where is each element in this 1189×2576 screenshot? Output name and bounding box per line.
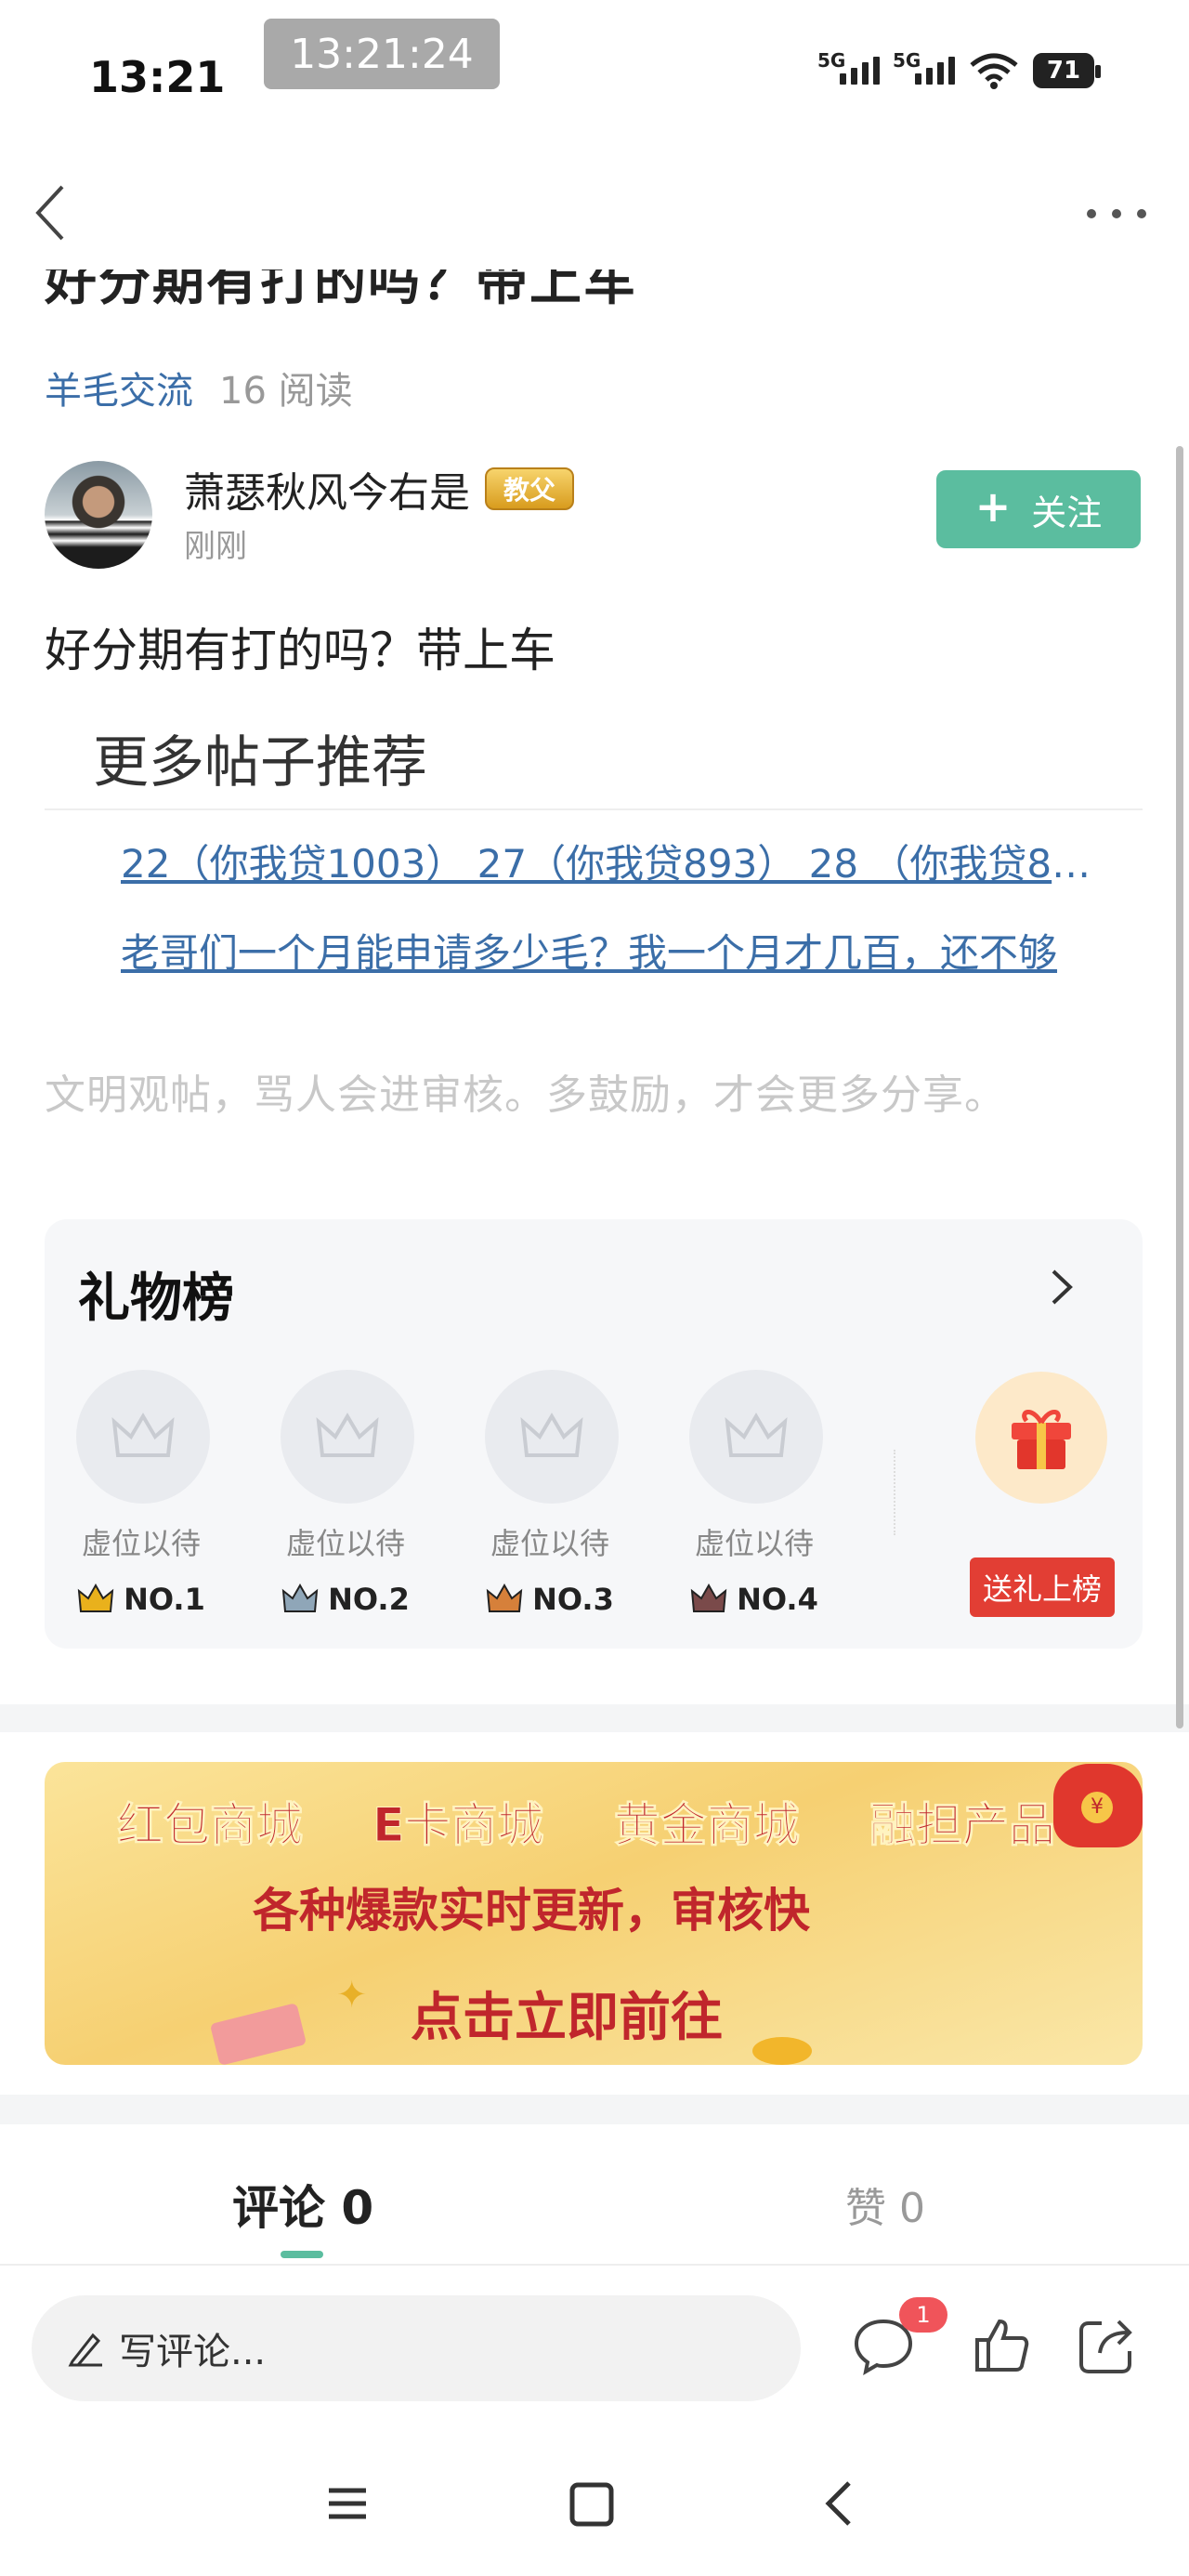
post-time: 刚刚 — [184, 528, 247, 565]
gift-slot: 虚位以待 NO.2 — [281, 1370, 414, 1617]
crown-icon — [77, 1584, 114, 1612]
slot-label: 虚位以待 — [490, 1526, 609, 1561]
read-count: 16 阅读 — [219, 370, 353, 413]
divider — [894, 1450, 895, 1535]
battery-icon: 71 — [1033, 53, 1101, 88]
empty-slot-circle — [689, 1370, 823, 1504]
recommend-link[interactable]: 22（你我贷1003） 27（你我贷893） 28 （你我贷836） — [121, 833, 1102, 889]
comment-placeholder: 写评论... — [119, 2331, 267, 2373]
crown-outline-icon — [725, 1413, 788, 1457]
share-button[interactable] — [1074, 2312, 1139, 2377]
crown-outline-icon — [520, 1413, 583, 1457]
banner-item: 红包商城 — [117, 1798, 304, 1853]
send-gift-icon-button[interactable] — [975, 1372, 1107, 1504]
plus-icon: + — [974, 481, 1012, 532]
follow-button[interactable]: + 关注 — [936, 470, 1141, 548]
cellular-signal-icon-2: 5G — [893, 49, 955, 85]
pencil-icon — [68, 2333, 102, 2367]
tab-likes[interactable]: 赞 0 — [845, 2175, 925, 2234]
post-content: 好分期有打的吗？带上车 — [45, 624, 555, 677]
banner-cta: 点击立即前往 — [411, 1988, 723, 2048]
home-button[interactable] — [568, 2477, 615, 2530]
status-bar: 13:21 13:21:24 5G 5G 71 — [0, 0, 1189, 158]
slot-label: 虚位以待 — [694, 1526, 814, 1561]
banner-categories: 红包商城 E卡商城 黄金商城 融担产品 — [117, 1788, 1056, 1855]
top-nav — [0, 158, 1189, 269]
post-title-scrolled: 好分期有打的吗？带上车 — [45, 269, 1141, 307]
status-time: 13:21 — [89, 52, 226, 102]
author-row: 萧瑟秋风今右是 教父 — [184, 459, 575, 519]
dot-icon — [1112, 209, 1121, 218]
rank-label: NO.4 — [737, 1582, 818, 1617]
banner-item: 融担产品 — [869, 1798, 1056, 1853]
slot-label: 虚位以待 — [81, 1526, 201, 1561]
comment-input[interactable]: 写评论... — [32, 2295, 801, 2401]
dot-icon — [1137, 209, 1146, 218]
like-button[interactable] — [970, 2312, 1035, 2377]
crown-icon — [486, 1584, 523, 1612]
active-tab-indicator — [281, 2251, 323, 2258]
notification-badge: 1 — [899, 2297, 947, 2333]
section-gap — [0, 2095, 1189, 2124]
mascot-icon — [1053, 1764, 1143, 1847]
menu-icon — [329, 2488, 366, 2519]
chevron-left-icon — [35, 185, 64, 241]
category-link[interactable]: 羊毛交流 — [45, 361, 193, 414]
network-type-label: 5G — [817, 49, 846, 72]
crown-icon — [690, 1584, 727, 1612]
back-button[interactable] — [26, 180, 72, 245]
share-icon — [1079, 2320, 1132, 2373]
cellular-signal-icon: 5G — [817, 49, 880, 85]
empty-slot-circle — [485, 1370, 619, 1504]
coin-icon — [752, 2037, 812, 2065]
banner-item: E卡商城 — [372, 1798, 544, 1853]
banner-item: 黄金商城 — [613, 1798, 800, 1853]
gift-board-more-button[interactable] — [1042, 1264, 1079, 1310]
post-meta: 羊毛交流 16 阅读 — [45, 361, 353, 414]
gift-board-title: 礼物榜 — [78, 1268, 234, 1329]
empty-slot-circle — [281, 1370, 414, 1504]
crown-outline-icon — [111, 1413, 175, 1457]
thumbs-up-icon — [975, 2319, 1029, 2372]
recommend-title: 更多帖子推荐 — [93, 730, 427, 795]
author-name[interactable]: 萧瑟秋风今右是 — [184, 459, 470, 519]
author-badge: 教父 — [485, 467, 575, 510]
slot-label: 虚位以待 — [285, 1526, 405, 1561]
rank-label: NO.3 — [532, 1582, 614, 1617]
empty-slot-circle — [76, 1370, 210, 1504]
crown-icon — [281, 1584, 319, 1612]
post-title-text: 好分期有打的吗？带上车 — [45, 269, 637, 307]
divider — [45, 808, 1143, 810]
crown-outline-icon — [316, 1413, 379, 1457]
chevron-right-icon — [1052, 1269, 1073, 1305]
sparkle-icon: ✦ — [336, 1974, 368, 2017]
avatar[interactable] — [45, 461, 152, 569]
gift-slot: 虚位以待 NO.1 — [76, 1370, 210, 1617]
rank-label: NO.1 — [124, 1582, 205, 1617]
clock-overlay: 13:21:24 — [264, 19, 500, 89]
gift-slot: 虚位以待 NO.4 — [689, 1370, 823, 1617]
gift-slot: 虚位以待 NO.3 — [485, 1370, 619, 1617]
tab-comments[interactable]: 评论 0 — [232, 2171, 373, 2238]
comment-notice: 文明观帖，骂人会进审核。多鼓励，才会更多分享。 — [45, 1071, 1006, 1119]
scrollbar[interactable] — [1176, 446, 1183, 1728]
chevron-left-icon — [825, 2481, 851, 2526]
rank-label: NO.2 — [328, 1582, 410, 1617]
network-type-label-2: 5G — [893, 49, 921, 72]
gift-icon — [1012, 1410, 1071, 1469]
more-options-button[interactable] — [1087, 195, 1146, 232]
recent-apps-button[interactable] — [325, 2477, 370, 2530]
section-gap — [0, 1704, 1189, 1732]
wifi-icon — [970, 53, 1018, 89]
send-gift-button[interactable]: 送礼上榜 — [970, 1557, 1115, 1617]
dot-icon — [1087, 209, 1096, 218]
system-back-button[interactable] — [817, 2474, 858, 2533]
recommend-link[interactable]: 老哥们一个月能申请多少毛？我一个月才几百，还不够 — [121, 922, 1102, 979]
status-icons: 5G 5G 71 — [817, 49, 1101, 89]
square-icon — [569, 2482, 614, 2527]
banner-tagline: 各种爆款实时更新，审核快 — [253, 1884, 810, 1938]
follow-label: 关注 — [1031, 492, 1103, 533]
